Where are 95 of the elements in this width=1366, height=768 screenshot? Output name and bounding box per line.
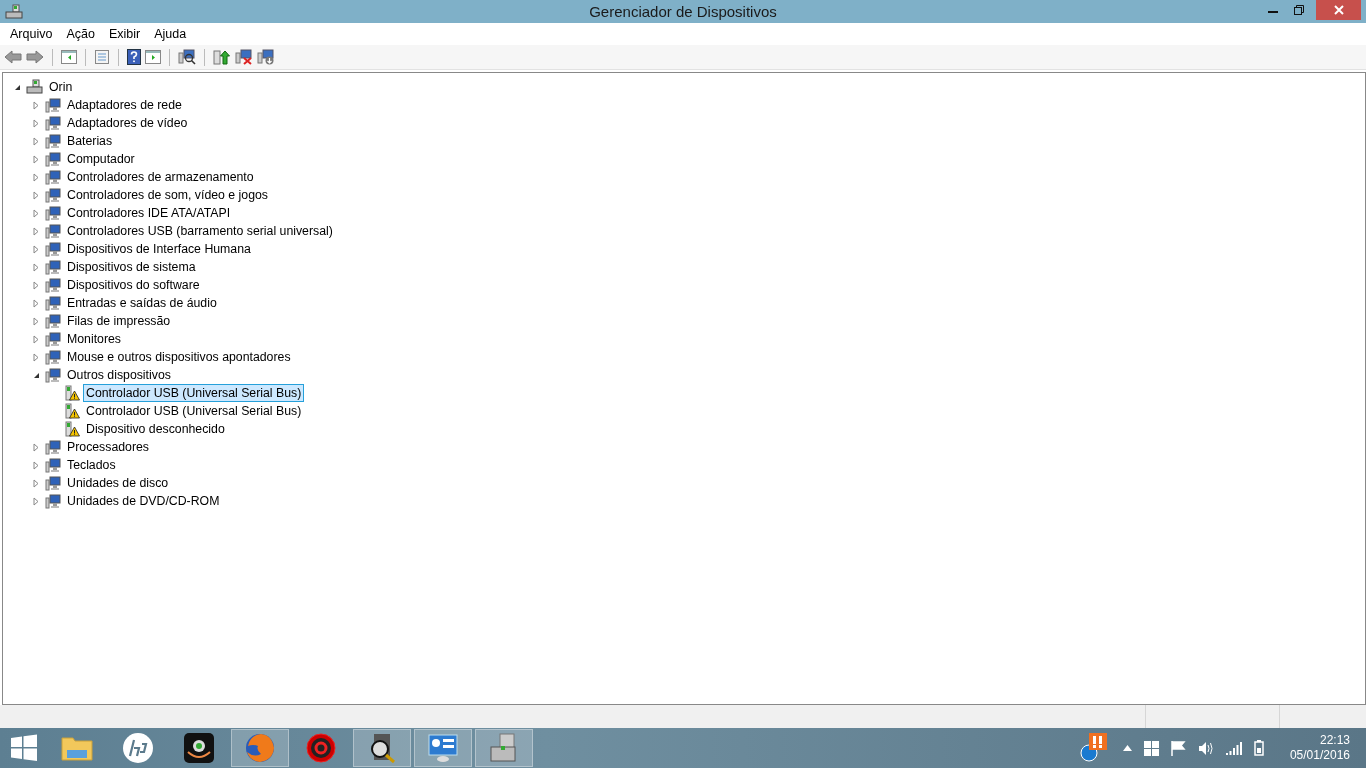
tree-item[interactable]: Mouse e outros dispositivos apontadores: [64, 348, 294, 366]
device-icon: [45, 259, 61, 275]
expand-arrow-icon[interactable]: [32, 478, 41, 488]
window-title: Gerenciador de Dispositivos: [589, 3, 777, 20]
device-icon: [45, 295, 61, 311]
device-icon: [45, 223, 61, 239]
tree-item[interactable]: Controlador USB (Universal Serial Bus): [83, 384, 305, 402]
expand-arrow-icon[interactable]: [32, 118, 41, 128]
clock-time[interactable]: 22:13: [1319, 733, 1350, 748]
device-icon: [45, 277, 61, 293]
device-icon: [45, 205, 61, 221]
expand-arrow-icon[interactable]: [32, 244, 41, 254]
expand-arrow-icon[interactable]: [32, 208, 41, 218]
device-icon: [45, 331, 61, 347]
expand-arrow-icon[interactable]: [32, 100, 41, 110]
tree-item[interactable]: Controladores de armazenamento: [64, 168, 257, 186]
expand-arrow-icon[interactable]: [32, 154, 41, 164]
signal-icon[interactable]: [1225, 741, 1242, 755]
scan-hardware-icon[interactable]: [178, 49, 196, 65]
device-icon: [45, 367, 61, 383]
tree-item[interactable]: Entradas e saídas de áudio: [64, 294, 220, 312]
tree-item[interactable]: Controlador USB (Universal Serial Bus): [83, 402, 305, 420]
close-button[interactable]: [1316, 0, 1361, 20]
expand-arrow-icon[interactable]: [32, 460, 41, 470]
device-icon: [45, 241, 61, 257]
caret-up-icon[interactable]: [1122, 745, 1132, 751]
tree-item[interactable]: Unidades de DVD/CD-ROM: [64, 492, 223, 510]
tree-item[interactable]: Outros dispositivos: [64, 366, 174, 384]
device-icon: [45, 169, 61, 185]
tree-item[interactable]: Dispositivos de Interface Humana: [64, 240, 254, 258]
tree-item[interactable]: Dispositivos do software: [64, 276, 203, 294]
expand-arrow-icon[interactable]: [32, 262, 41, 272]
tree-item[interactable]: Controladores USB (barramento serial universal): [64, 222, 336, 240]
tree-item[interactable]: Filas de impressão: [64, 312, 174, 330]
expand-arrow-icon[interactable]: [32, 496, 41, 506]
device-icon: [45, 313, 61, 329]
speaker-icon[interactable]: [1197, 740, 1214, 756]
tree-item[interactable]: Controladores de som, vídeo e jogos: [64, 186, 271, 204]
expand-arrow-icon[interactable]: [32, 298, 41, 308]
windows-logo-icon[interactable]: [1143, 740, 1159, 756]
device-icon: [45, 439, 61, 455]
tree-item[interactable]: Dispositivos de sistema: [64, 258, 199, 276]
device-icon: [45, 151, 61, 167]
computer-icon: [26, 79, 43, 95]
expand-arrow-icon[interactable]: [32, 226, 41, 236]
menu-item[interactable]: Arquivo: [3, 27, 60, 41]
device-icon: [45, 457, 61, 473]
help-icon[interactable]: [127, 49, 141, 65]
tree-item[interactable]: Processadores: [64, 438, 153, 456]
tree-item[interactable]: Teclados: [64, 456, 119, 474]
expand-arrow-icon[interactable]: [32, 172, 41, 182]
device-icon: [45, 133, 61, 149]
tree-item[interactable]: Adaptadores de vídeo: [64, 114, 191, 132]
restore-icon: [1294, 5, 1304, 15]
tree-item[interactable]: Monitores: [64, 330, 124, 348]
clock-date[interactable]: 05/01/2016: [1289, 748, 1350, 763]
uninstall-device-icon[interactable]: [257, 49, 275, 65]
menu-item[interactable]: Ação: [59, 27, 102, 41]
device-icon: [45, 349, 61, 365]
tree-item[interactable]: Controladores IDE ATA/ATAPI: [64, 204, 234, 222]
back-arrow-icon[interactable]: [4, 50, 22, 64]
battery-icon[interactable]: [1253, 740, 1264, 756]
device-icon: [45, 187, 61, 203]
menu-item[interactable]: Exibir: [101, 27, 148, 41]
update-driver-icon[interactable]: [213, 49, 231, 65]
folder-icon: [61, 734, 93, 762]
tree-item[interactable]: Unidades de disco: [64, 474, 172, 492]
webcam-icon: [183, 732, 215, 764]
expand-arrow-icon[interactable]: [32, 280, 41, 290]
tree-item[interactable]: Orin: [46, 78, 76, 96]
expand-arrow-icon[interactable]: [32, 334, 41, 344]
device-icon: [45, 115, 61, 131]
flag-icon[interactable]: [1170, 740, 1186, 756]
tree-item[interactable]: Computador: [64, 150, 138, 168]
tree-item[interactable]: Adaptadores de rede: [64, 96, 185, 114]
expand-arrow-icon[interactable]: [32, 316, 41, 326]
windows-logo-icon[interactable]: [10, 734, 38, 762]
expand-arrow-icon[interactable]: [32, 442, 41, 452]
menu-item[interactable]: Ajuda: [147, 27, 194, 41]
device-icon: [45, 493, 61, 509]
disable-device-icon[interactable]: [235, 49, 253, 65]
expand-arrow-icon[interactable]: [32, 190, 41, 200]
forward-arrow-icon[interactable]: [26, 50, 44, 64]
close-icon: [1333, 5, 1344, 15]
device-icon: [45, 97, 61, 113]
properties-icon[interactable]: [94, 49, 110, 65]
console-tree-icon[interactable]: [61, 49, 77, 65]
taskbar-button[interactable]: [353, 729, 411, 767]
expand-arrow-icon[interactable]: [32, 352, 41, 362]
expand-arrow-icon[interactable]: [32, 136, 41, 146]
tree-item[interactable]: Baterias: [64, 132, 116, 150]
tree-item[interactable]: Dispositivo desconhecido: [83, 420, 228, 438]
device-icon: [45, 475, 61, 491]
control-panel-icon: [427, 732, 459, 764]
computer-icon: [5, 3, 23, 20]
